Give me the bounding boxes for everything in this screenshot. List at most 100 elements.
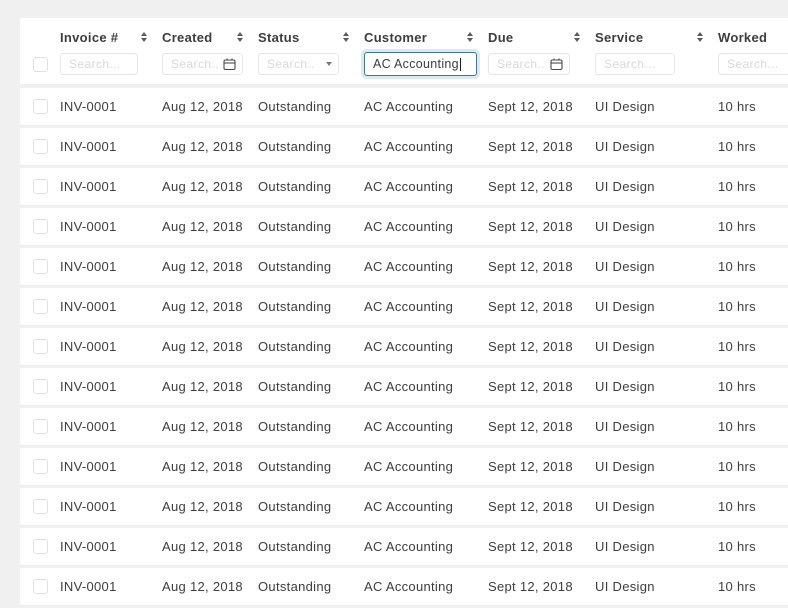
cell-created: Aug 12, 2018: [162, 259, 243, 274]
column-label-service: Service: [595, 29, 644, 45]
cell-invoice: INV-0001: [60, 179, 117, 194]
table-row[interactable]: INV-0001 Aug 12, 2018 Outstanding AC Acc…: [20, 128, 788, 165]
table-row[interactable]: INV-0001 Aug 12, 2018 Outstanding AC Acc…: [20, 368, 788, 405]
sort-icon[interactable]: [343, 32, 349, 42]
sort-icon[interactable]: [467, 32, 473, 42]
row-checkbox[interactable]: [33, 179, 48, 194]
cell-invoice: INV-0001: [60, 419, 117, 434]
cell-status: Outstanding: [258, 139, 332, 154]
cell-service: UI Design: [595, 299, 655, 314]
table-row[interactable]: INV-0001 Aug 12, 2018 Outstanding AC Acc…: [20, 408, 788, 445]
cell-status: Outstanding: [258, 259, 332, 274]
cell-created: Aug 12, 2018: [162, 99, 243, 114]
cell-customer: AC Accounting: [364, 99, 454, 114]
customer-filter-input[interactable]: AC Accounting: [364, 52, 477, 76]
cell-due: Sept 12, 2018: [488, 99, 573, 114]
cell-service: UI Design: [595, 579, 655, 594]
table-row[interactable]: INV-0001 Aug 12, 2018 Outstanding AC Acc…: [20, 248, 788, 285]
cell-worked: 10 hrs: [718, 499, 756, 514]
chevron-down-icon[interactable]: [326, 62, 332, 66]
cell-due: Sept 12, 2018: [488, 459, 573, 474]
row-checkbox[interactable]: [33, 499, 48, 514]
row-checkbox[interactable]: [33, 339, 48, 354]
row-checkbox[interactable]: [33, 219, 48, 234]
column-label-worked: Worked: [718, 29, 768, 45]
column-header-status[interactable]: Status: [258, 30, 364, 45]
column-label-invoice: Invoice #: [60, 29, 119, 45]
cell-service: UI Design: [595, 259, 655, 274]
column-label-status: Status: [258, 29, 300, 45]
cell-status: Outstanding: [258, 379, 332, 394]
table-row[interactable]: INV-0001 Aug 12, 2018 Outstanding AC Acc…: [20, 568, 788, 605]
table-row[interactable]: INV-0001 Aug 12, 2018 Outstanding AC Acc…: [20, 448, 788, 485]
cell-service: UI Design: [595, 379, 655, 394]
filter-cell-status: [258, 53, 364, 75]
cell-created: Aug 12, 2018: [162, 379, 243, 394]
filter-cell-invoice: [60, 53, 162, 75]
cell-created: Aug 12, 2018: [162, 499, 243, 514]
column-label-customer: Customer: [364, 29, 428, 45]
table-row[interactable]: INV-0001 Aug 12, 2018 Outstanding AC Acc…: [20, 488, 788, 525]
select-all-checkbox[interactable]: [33, 56, 48, 72]
table-row[interactable]: INV-0001 Aug 12, 2018 Outstanding AC Acc…: [20, 288, 788, 325]
cell-service: UI Design: [595, 139, 655, 154]
cell-customer: AC Accounting: [364, 579, 454, 594]
cell-due: Sept 12, 2018: [488, 299, 573, 314]
cell-created: Aug 12, 2018: [162, 539, 243, 554]
filters-row: AC Accounting: [20, 52, 788, 76]
sort-icon[interactable]: [141, 32, 147, 42]
invoice-table: Invoice # Created Status Customer Due Se: [20, 18, 788, 608]
worked-filter-input[interactable]: [718, 53, 788, 75]
cell-status: Outstanding: [258, 419, 332, 434]
cell-customer: AC Accounting: [364, 459, 454, 474]
row-checkbox[interactable]: [33, 579, 48, 594]
row-checkbox[interactable]: [33, 379, 48, 394]
table-row[interactable]: INV-0001 Aug 12, 2018 Outstanding AC Acc…: [20, 88, 788, 125]
column-header-worked[interactable]: Worked: [718, 30, 788, 45]
cell-due: Sept 12, 2018: [488, 499, 573, 514]
cell-invoice: INV-0001: [60, 539, 117, 554]
cell-invoice: INV-0001: [60, 499, 117, 514]
column-header-customer[interactable]: Customer: [364, 30, 488, 45]
table-row[interactable]: INV-0001 Aug 12, 2018 Outstanding AC Acc…: [20, 208, 788, 245]
cell-customer: AC Accounting: [364, 179, 454, 194]
service-filter-input[interactable]: [595, 53, 675, 75]
row-checkbox[interactable]: [33, 99, 48, 114]
filter-cell-created: [162, 53, 258, 75]
row-checkbox[interactable]: [33, 139, 48, 154]
cell-service: UI Design: [595, 459, 655, 474]
column-header-due[interactable]: Due: [488, 30, 595, 45]
row-checkbox[interactable]: [33, 259, 48, 274]
cell-invoice: INV-0001: [60, 579, 117, 594]
cell-worked: 10 hrs: [718, 219, 756, 234]
cell-worked: 10 hrs: [718, 379, 756, 394]
row-checkbox[interactable]: [33, 419, 48, 434]
sort-icon[interactable]: [697, 32, 703, 42]
table-row[interactable]: INV-0001 Aug 12, 2018 Outstanding AC Acc…: [20, 528, 788, 565]
cell-invoice: INV-0001: [60, 99, 117, 114]
table-row[interactable]: INV-0001 Aug 12, 2018 Outstanding AC Acc…: [20, 168, 788, 205]
calendar-icon[interactable]: [550, 58, 563, 71]
sort-icon[interactable]: [237, 32, 243, 42]
cell-service: UI Design: [595, 339, 655, 354]
cell-service: UI Design: [595, 219, 655, 234]
calendar-icon[interactable]: [223, 58, 236, 71]
cell-service: UI Design: [595, 179, 655, 194]
row-checkbox[interactable]: [33, 539, 48, 554]
cell-invoice: INV-0001: [60, 339, 117, 354]
cell-created: Aug 12, 2018: [162, 139, 243, 154]
filter-cell-customer: AC Accounting: [364, 52, 488, 76]
cell-customer: AC Accounting: [364, 419, 454, 434]
row-checkbox[interactable]: [33, 459, 48, 474]
row-checkbox[interactable]: [33, 299, 48, 314]
sort-icon[interactable]: [574, 32, 580, 42]
invoice-filter-input[interactable]: [60, 53, 138, 75]
cell-service: UI Design: [595, 539, 655, 554]
cell-customer: AC Accounting: [364, 259, 454, 274]
cell-customer: AC Accounting: [364, 379, 454, 394]
cell-invoice: INV-0001: [60, 459, 117, 474]
column-header-created[interactable]: Created: [162, 30, 258, 45]
table-row[interactable]: INV-0001 Aug 12, 2018 Outstanding AC Acc…: [20, 328, 788, 365]
column-header-invoice[interactable]: Invoice #: [60, 30, 162, 45]
column-header-service[interactable]: Service: [595, 30, 718, 45]
